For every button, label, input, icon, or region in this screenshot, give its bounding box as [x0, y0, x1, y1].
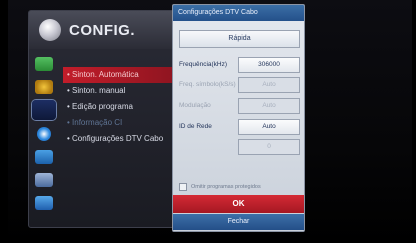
symbol-rate-label: Freq. símbolo(kS/s) [179, 81, 236, 88]
config-menu-list: • Sinton. Automática • Sinton. manual • … [63, 67, 179, 147]
skip-protected-checkbox[interactable] [179, 182, 187, 191]
setup-gear-icon [39, 19, 61, 41]
lock-icon[interactable] [35, 150, 53, 164]
audio-icon[interactable] [35, 80, 53, 94]
close-button[interactable]: Fechar [173, 214, 304, 230]
menu-item-program-edit[interactable]: • Edição programa [63, 99, 179, 115]
menu-item-ci-info: • Informação CI [67, 118, 123, 127]
frequency-field[interactable]: 306000 [238, 57, 300, 73]
symbol-rate-field: Auto [238, 77, 300, 93]
config-title: CONFIG. [69, 22, 135, 39]
search-mode-selector[interactable]: Rápida [179, 30, 300, 48]
frequency-label: Frequência(kHz) [179, 61, 228, 68]
config-title-bar: CONFIG. [29, 11, 179, 49]
network-icon[interactable] [35, 196, 53, 210]
picture-icon[interactable] [35, 57, 53, 71]
menu-item-auto-tuning[interactable]: • Sinton. Automática [63, 67, 179, 83]
time-icon[interactable] [37, 127, 51, 141]
config-menu-panel: CONFIG. • Sinton. Automática • Sinton. m… [28, 10, 180, 228]
dtv-cable-settings-dialog: Configurações DTV Cabo Rápida Frequência… [172, 4, 305, 232]
menu-item-manual-tuning[interactable]: • Sinton. manual [63, 83, 179, 99]
ok-button[interactable]: OK [173, 195, 304, 213]
menu-item-dtv-cable-settings[interactable]: • Configurações DTV Cabo [63, 131, 179, 147]
tv-screen: CONFIG. • Sinton. Automática • Sinton. m… [8, 0, 412, 243]
modulation-label: Modulação [179, 102, 211, 109]
category-icon-column [29, 51, 59, 227]
setup-icon[interactable] [32, 100, 56, 120]
network-id-selector[interactable]: Auto [238, 119, 300, 135]
network-id-label: ID de Rede [179, 123, 212, 130]
network-id-value-field: 0 [238, 139, 300, 155]
skip-protected-row[interactable]: Omitir programas protegidos [179, 181, 299, 193]
skip-protected-label: Omitir programas protegidos [191, 184, 261, 190]
option-icon[interactable] [35, 173, 53, 187]
dialog-title: Configurações DTV Cabo [173, 5, 304, 21]
modulation-field: Auto [238, 98, 300, 114]
